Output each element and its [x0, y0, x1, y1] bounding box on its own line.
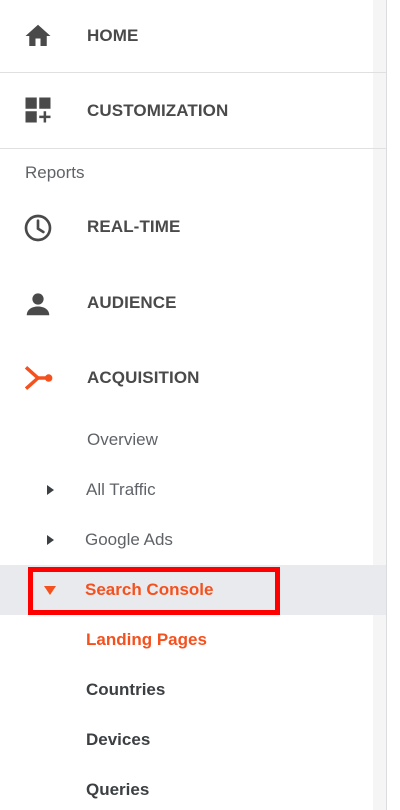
nav-subitem-landing-pages-label: Landing Pages	[86, 630, 207, 649]
nav-subitem-search-console[interactable]: Search Console	[0, 565, 386, 615]
nav-item-realtime[interactable]: REAL-TIME	[0, 200, 386, 256]
divider	[0, 148, 386, 149]
caret-down-icon	[44, 585, 56, 595]
dashboard-plus-icon	[22, 94, 54, 126]
nav-item-audience-label: AUDIENCE	[87, 293, 177, 312]
clock-icon	[22, 212, 54, 244]
nav-item-acquisition-label: ACQUISITION	[87, 368, 200, 387]
caret-right-icon	[47, 535, 54, 545]
nav-subitem-google-ads[interactable]: Google Ads	[0, 515, 386, 565]
nav-subitem-overview[interactable]: Overview	[0, 415, 386, 465]
nav-item-customization[interactable]: CUSTOMIZATION	[0, 74, 386, 146]
reports-section-header: Reports	[25, 163, 85, 182]
sidebar-nav: HOME CUSTOMIZATION Reports REAL-TIME AUD…	[0, 0, 387, 810]
nav-subitem-queries[interactable]: Queries	[0, 765, 386, 810]
nav-item-customization-label: CUSTOMIZATION	[87, 101, 229, 120]
nav-item-home[interactable]: HOME	[0, 0, 386, 72]
nav-item-audience[interactable]: AUDIENCE	[0, 276, 386, 332]
nav-subitem-devices[interactable]: Devices	[0, 715, 386, 765]
acquisition-fork-icon	[22, 362, 54, 394]
nav-item-acquisition[interactable]: ACQUISITION	[0, 350, 386, 406]
nav-subitem-all-traffic-label: All Traffic	[86, 480, 156, 499]
nav-subitem-google-ads-label: Google Ads	[85, 530, 173, 549]
nav-subitem-countries-label: Countries	[86, 680, 166, 699]
nav-subitem-devices-label: Devices	[86, 730, 151, 749]
nav-subitem-overview-label: Overview	[87, 430, 158, 449]
person-icon	[22, 288, 54, 320]
nav-subitem-all-traffic[interactable]: All Traffic	[0, 465, 386, 515]
caret-right-icon	[47, 485, 54, 495]
nav-subitem-landing-pages[interactable]: Landing Pages	[0, 615, 386, 665]
home-icon	[22, 20, 54, 52]
nav-item-realtime-label: REAL-TIME	[87, 217, 181, 236]
nav-item-home-label: HOME	[87, 26, 139, 45]
divider	[0, 72, 386, 73]
nav-subitem-countries[interactable]: Countries	[0, 665, 386, 715]
nav-subitem-queries-label: Queries	[86, 780, 150, 799]
nav-subitem-search-console-label: Search Console	[85, 580, 214, 599]
